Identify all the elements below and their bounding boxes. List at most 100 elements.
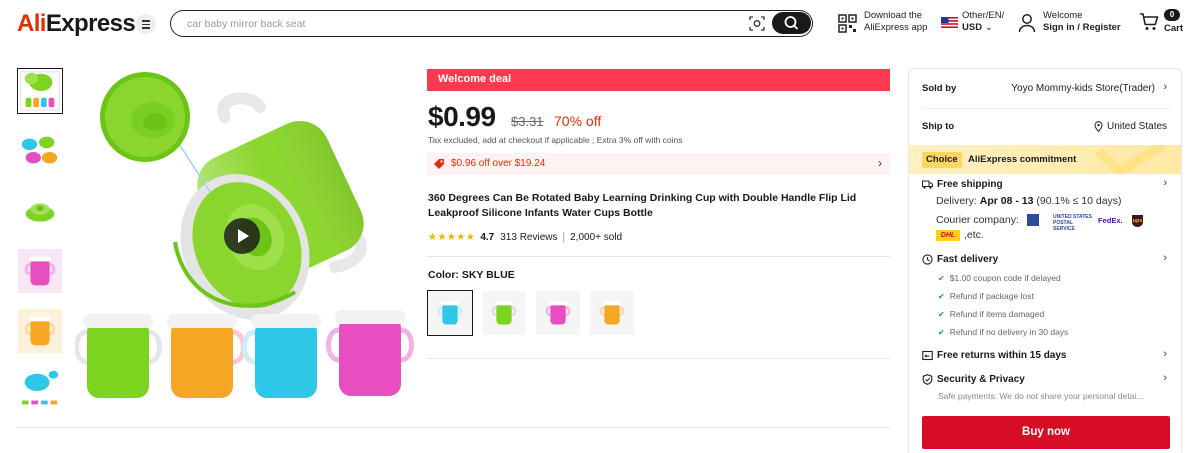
- sold-by-label: Sold by: [922, 83, 957, 94]
- chevron-down-icon: ⌄: [984, 22, 993, 33]
- divider: [17, 427, 890, 428]
- coupon-text: $0.96 off over $19.24: [451, 158, 546, 169]
- product-title: 360 Degrees Can Be Rotated Baby Learning…: [428, 192, 857, 219]
- check-icon: ✔: [938, 292, 945, 301]
- courier-label: Courier company:: [936, 214, 1019, 226]
- coupon-bar[interactable]: $0.96 off over $19.24 ›: [427, 153, 890, 175]
- swatch-pink[interactable]: [535, 290, 581, 336]
- delivery-dates: Apr 08 - 13: [979, 195, 1034, 207]
- swatch-sky-blue[interactable]: [427, 290, 473, 336]
- fedex-text: FedEx.: [1098, 216, 1123, 225]
- chevron-right-icon: ›: [878, 156, 882, 170]
- discount-percent: 70% off: [554, 113, 602, 129]
- ups-logo: ups: [1132, 215, 1143, 227]
- check-icon: ✔: [938, 310, 945, 319]
- swatch-green[interactable]: [481, 290, 527, 336]
- original-price: $3.31: [511, 114, 544, 129]
- cart-icon[interactable]: [1139, 12, 1159, 32]
- clock-icon: [922, 254, 933, 265]
- check-icon: ✔: [938, 328, 945, 337]
- choice-badge: Choice: [922, 152, 962, 168]
- ship-to-value[interactable]: United States: [1107, 121, 1167, 132]
- ship-to-label: Ship to: [922, 121, 955, 132]
- security-privacy-title[interactable]: Security & Privacy: [922, 374, 1025, 385]
- buy-now-button[interactable]: Buy now: [922, 416, 1170, 449]
- search-input[interactable]: [187, 15, 727, 32]
- locale-text: Other/EN/: [962, 10, 1005, 21]
- store-name[interactable]: Yoyo Mommy-kids Store(Trader): [1011, 83, 1155, 94]
- fast-item-text: Refund if package lost: [949, 291, 1034, 301]
- divider: [922, 108, 1170, 109]
- divider: [427, 358, 890, 359]
- free-shipping-title[interactable]: Free shipping: [922, 179, 1003, 190]
- security-note: Safe payments: We do not share your pers…: [938, 391, 1144, 401]
- welcome-deal-banner: Welcome deal: [427, 69, 890, 91]
- thumbnail-3[interactable]: [17, 188, 63, 234]
- purchase-panel: Sold by Yoyo Mommy-kids Store(Trader) › …: [908, 68, 1182, 453]
- menu-icon[interactable]: [136, 14, 156, 34]
- star-rating-icon: ★★★★★: [428, 231, 476, 243]
- current-price: $0.99: [428, 101, 496, 132]
- fast-delivery-label: Fast delivery: [937, 254, 999, 265]
- swatch-orange[interactable]: [589, 290, 635, 336]
- dhl-logo: DHL: [936, 230, 960, 241]
- delivery-estimate: Delivery: Apr 08 - 13 (90.1% ≤ 10 days): [936, 195, 1122, 207]
- cart-label[interactable]: Cart: [1164, 23, 1183, 34]
- account-link[interactable]: Welcome Sign in / Register: [1043, 10, 1121, 34]
- fast-item-text: $1.00 coupon code if delayed: [949, 273, 1061, 283]
- fast-delivery-item: ✔ $1.00 coupon code if delayed: [938, 273, 1061, 283]
- us-flag-icon: [941, 17, 958, 28]
- chevron-right-icon: ›: [1163, 177, 1167, 189]
- chevron-right-icon: ›: [1163, 252, 1167, 264]
- fast-delivery-item: ✔ Refund if items damaged: [938, 309, 1044, 319]
- search-button[interactable]: [772, 12, 811, 34]
- chevron-right-icon: ›: [1163, 372, 1167, 384]
- user-icon[interactable]: [1018, 13, 1036, 33]
- fast-item-text: Refund if items damaged: [949, 309, 1045, 319]
- locale-currency-selector[interactable]: Other/EN/ USD ⌄: [962, 10, 1004, 34]
- thumbnail-4[interactable]: [17, 248, 63, 294]
- sold-count: 2,000+ sold: [570, 231, 623, 243]
- reviews-link[interactable]: 313 Reviews: [500, 232, 557, 243]
- fast-delivery-item: ✔ Refund if package lost: [938, 291, 1034, 301]
- cart-count-badge: 0: [1164, 9, 1180, 21]
- download-app-line1: Download the: [864, 10, 923, 21]
- divider: [427, 256, 890, 257]
- choice-commitment-bar: Choice AliExpress commitment: [909, 145, 1181, 174]
- signin-register-link[interactable]: Sign in / Register: [1043, 22, 1121, 33]
- checkmark-decoration-icon: [1095, 145, 1167, 174]
- delivery-prefix: Delivery:: [936, 195, 980, 207]
- search-icon: [784, 16, 798, 30]
- thumbnail-2[interactable]: [17, 128, 63, 174]
- logo-ali-text: Ali: [17, 10, 46, 37]
- download-app-link[interactable]: Download the AliExpress app: [864, 10, 927, 34]
- ship-to-row[interactable]: Ship to: [922, 121, 954, 132]
- download-app-line2: AliExpress app: [864, 22, 928, 33]
- rating-score: 4.7: [480, 231, 495, 243]
- free-returns-label: Free returns within 15 days: [937, 350, 1067, 361]
- fast-delivery-item: ✔ Refund if no delivery in 30 days: [938, 327, 1068, 337]
- thumbnail-1[interactable]: [17, 68, 63, 114]
- shield-icon: [922, 374, 933, 385]
- fast-item-text: Refund if no delivery in 30 days: [949, 327, 1069, 337]
- play-video-button[interactable]: [224, 218, 260, 254]
- thumbnail-6[interactable]: [17, 368, 63, 414]
- free-returns-title[interactable]: Free returns within 15 days: [922, 350, 1067, 361]
- sold-by-row[interactable]: Sold by: [922, 83, 956, 94]
- separator: |: [562, 231, 566, 243]
- delivery-rate: (90.1% ≤ 10 days): [1033, 195, 1122, 207]
- logo-express-text: Express: [45, 10, 136, 37]
- rating-summary: ★★★★★ 4.7 313 Reviews | 2,000+ sold: [428, 230, 622, 244]
- color-label: Color: SKY BLUE: [428, 269, 515, 281]
- fedex-logo: FedEx.: [1098, 216, 1123, 225]
- courier-etc: ,etc.: [964, 229, 984, 241]
- check-icon: ✔: [938, 274, 945, 283]
- image-search-icon[interactable]: [749, 16, 765, 31]
- fast-delivery-title[interactable]: Fast delivery: [922, 254, 998, 265]
- qr-code-icon[interactable]: [838, 14, 857, 33]
- thumbnail-5[interactable]: [17, 308, 63, 354]
- location-pin-icon: [1094, 121, 1103, 132]
- chevron-right-icon: ›: [1163, 348, 1167, 360]
- aliexpress-logo[interactable]: AliExpress: [17, 10, 136, 38]
- header: AliExpress Download the AliExpress app O…: [0, 0, 1200, 48]
